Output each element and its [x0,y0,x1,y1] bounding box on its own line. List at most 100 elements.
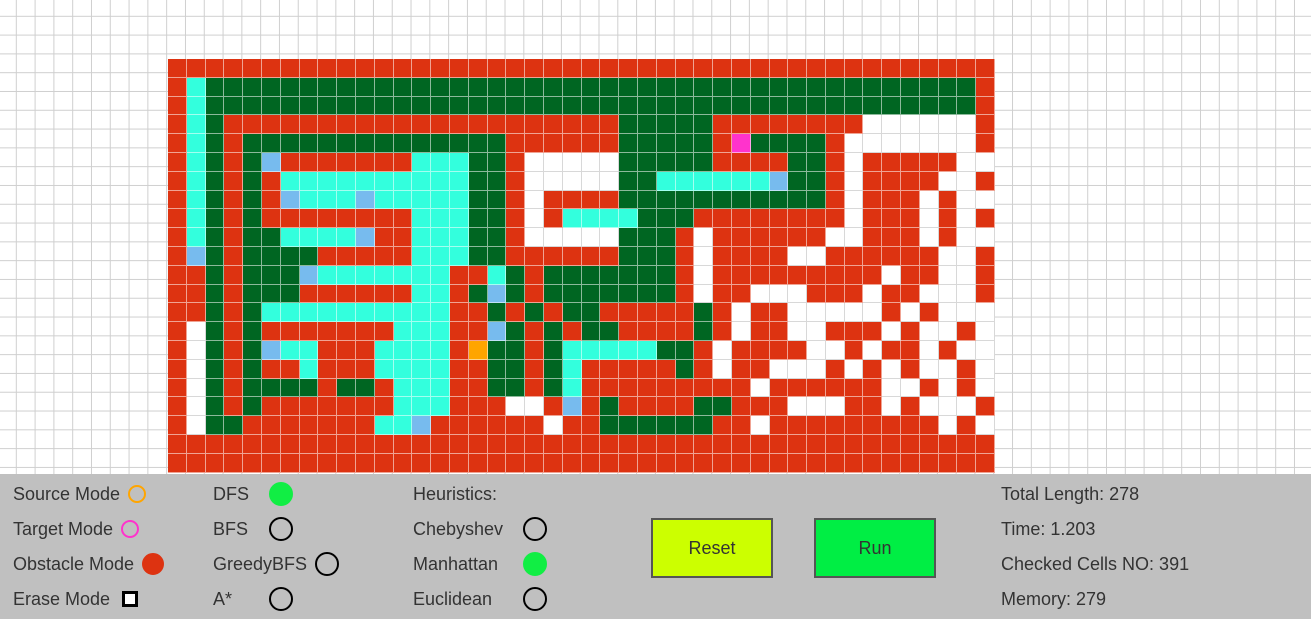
obstacle-cell[interactable] [844,322,864,341]
heuristic-chebyshev-radio-icon[interactable] [523,517,547,541]
visited-cell[interactable] [243,284,262,304]
visited-cell[interactable] [957,96,977,116]
visited-cell[interactable] [487,303,507,323]
obstacle-cell[interactable] [168,284,187,304]
obstacle-cell[interactable] [825,434,845,454]
obstacle-cell[interactable] [168,303,187,323]
empty-cell[interactable] [957,246,977,266]
path-cell[interactable] [431,322,450,341]
path-cell[interactable] [374,416,394,435]
obstacle-cell[interactable] [525,322,544,341]
obstacle-cell[interactable] [844,340,864,360]
empty-cell[interactable] [919,340,939,360]
grid-canvas[interactable] [0,0,1311,474]
empty-cell[interactable] [863,134,883,153]
obstacle-cell[interactable] [543,397,563,417]
visited-cell[interactable] [205,96,225,116]
visited-cell[interactable] [393,134,413,153]
obstacle-cell[interactable] [750,152,770,172]
visited-cell[interactable] [243,77,262,97]
obstacle-cell[interactable] [713,265,732,285]
path-cell[interactable] [449,209,469,229]
empty-cell[interactable] [957,284,977,304]
visited-cell[interactable] [637,171,657,191]
empty-cell[interactable] [938,171,958,191]
visited-cell[interactable] [337,77,356,97]
obstacle-cell[interactable] [261,209,281,229]
obstacle-cell[interactable] [901,228,920,247]
obstacle-cell[interactable] [581,416,601,435]
obstacle-cell[interactable] [731,209,751,229]
obstacle-cell[interactable] [224,265,244,285]
path-cell[interactable] [393,303,413,323]
obstacle-cell[interactable] [769,416,789,435]
visited-cell[interactable] [619,171,638,191]
obstacle-cell[interactable] [355,284,375,304]
obstacle-cell[interactable] [280,416,300,435]
empty-cell[interactable] [976,322,996,341]
obstacle-cell[interactable] [337,416,356,435]
obstacle-cell[interactable] [600,453,620,473]
empty-cell[interactable] [186,378,206,398]
visited-cell[interactable] [318,96,338,116]
path-cell[interactable] [299,228,319,247]
empty-cell[interactable] [186,322,206,341]
visited-cell[interactable] [243,171,262,191]
obstacle-cell[interactable] [562,190,582,210]
visited-cell[interactable] [280,96,300,116]
obstacle-cell[interactable] [713,322,732,341]
visited-cell[interactable] [675,190,695,210]
obstacle-cell[interactable] [788,340,808,360]
visited-cell[interactable] [600,322,620,341]
obstacle-cell[interactable] [224,284,244,304]
obstacle-cell[interactable] [168,59,187,78]
obstacle-cell[interactable] [656,397,676,417]
visited-cell[interactable] [431,96,450,116]
obstacle-cell[interactable] [468,59,488,78]
empty-cell[interactable] [750,416,770,435]
obstacle-cell[interactable] [919,378,939,398]
obstacle-cell[interactable] [901,265,920,285]
path-cell[interactable] [412,284,432,304]
obstacle-cell[interactable] [374,397,394,417]
empty-cell[interactable] [543,228,563,247]
obstacle-cell[interactable] [280,359,300,379]
obstacle-cell[interactable] [619,397,638,417]
empty-cell[interactable] [882,359,902,379]
obstacle-cell[interactable] [224,359,244,379]
obstacle-cell[interactable] [600,115,620,135]
obstacle-cell[interactable] [318,284,338,304]
obstacle-cell[interactable] [318,152,338,172]
obstacle-cell[interactable] [938,228,958,247]
frontier-cell[interactable] [280,190,300,210]
visited-cell[interactable] [487,228,507,247]
obstacle-cell[interactable] [280,453,300,473]
obstacle-cell[interactable] [957,359,977,379]
empty-cell[interactable] [844,152,864,172]
obstacle-cell[interactable] [168,416,187,435]
visited-cell[interactable] [656,209,676,229]
visited-cell[interactable] [750,96,770,116]
obstacle-cell[interactable] [393,246,413,266]
visited-cell[interactable] [637,115,657,135]
heuristic-euclidean-radio-icon[interactable] [523,587,547,611]
obstacle-cell[interactable] [224,303,244,323]
empty-cell[interactable] [919,190,939,210]
empty-cell[interactable] [938,134,958,153]
visited-cell[interactable] [807,134,826,153]
obstacle-cell[interactable] [769,397,789,417]
visited-cell[interactable] [543,96,563,116]
obstacle-cell[interactable] [600,434,620,454]
path-cell[interactable] [412,359,432,379]
algorithm-astar-radio-icon[interactable] [269,587,293,611]
empty-cell[interactable] [713,340,732,360]
obstacle-cell[interactable] [976,59,996,78]
empty-cell[interactable] [844,171,864,191]
visited-cell[interactable] [600,284,620,304]
visited-cell[interactable] [280,77,300,97]
visited-cell[interactable] [656,228,676,247]
empty-cell[interactable] [976,303,996,323]
visited-cell[interactable] [543,322,563,341]
obstacle-cell[interactable] [938,209,958,229]
visited-cell[interactable] [844,96,864,116]
